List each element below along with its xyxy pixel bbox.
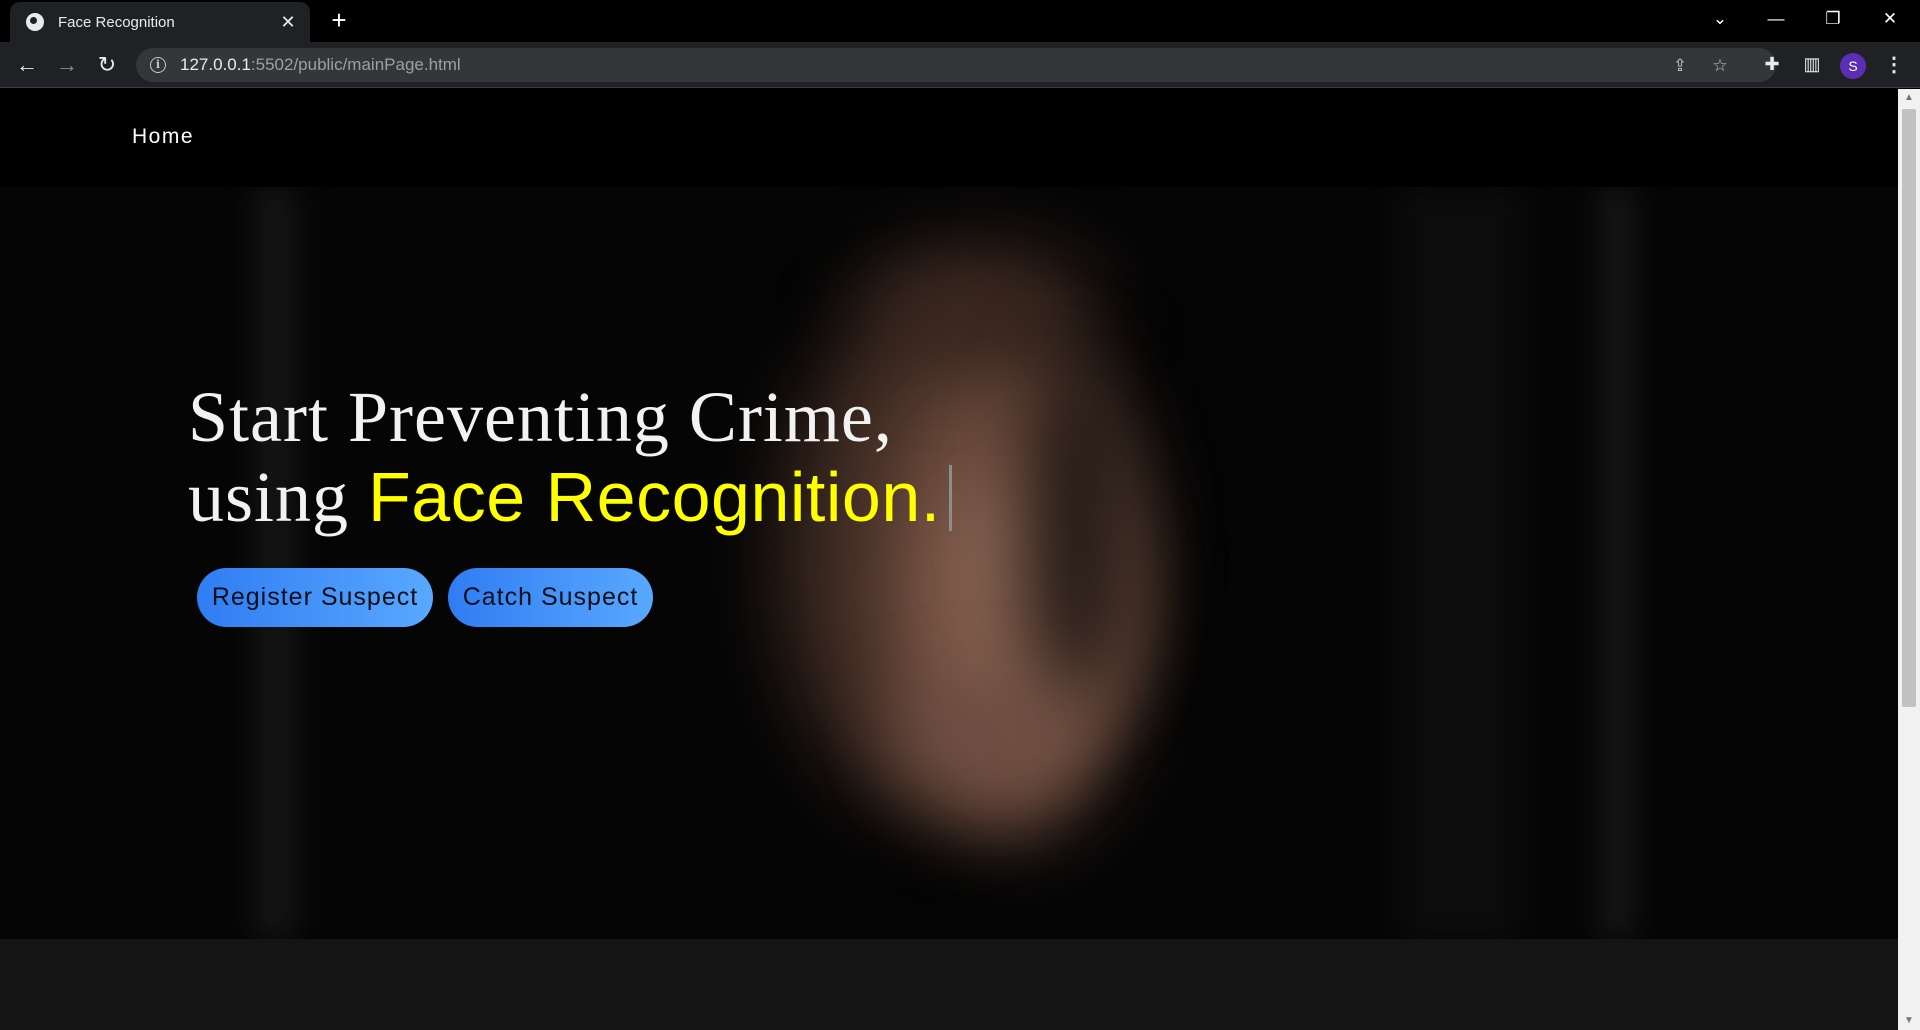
typing-caret xyxy=(948,465,952,531)
next-section xyxy=(0,939,1898,1030)
headline-line-2: using Face Recognition. xyxy=(188,457,952,537)
back-icon[interactable]: ← xyxy=(11,49,43,81)
minimize-button[interactable]: — xyxy=(1748,0,1804,40)
page-scrollbar[interactable]: ▲ ▼ xyxy=(1898,89,1920,1030)
globe-icon xyxy=(26,13,44,31)
address-bar[interactable]: i 127.0.0.1:5502/public/mainPage.html ⇪ … xyxy=(136,48,1776,82)
tab-search-icon[interactable]: ⌄ xyxy=(1692,0,1748,40)
site-info-icon[interactable]: i xyxy=(150,57,166,73)
site-navbar: Home xyxy=(0,89,1898,187)
nav-home-link[interactable]: Home xyxy=(132,125,194,149)
hero-section: Start Preventing Crime, using Face Recog… xyxy=(0,187,1898,939)
close-window-button[interactable]: ✕ xyxy=(1862,0,1918,40)
side-panel-icon[interactable]: ▥ xyxy=(1801,53,1823,75)
register-suspect-button[interactable]: Register Suspect xyxy=(197,568,433,627)
scroll-down-arrow-icon[interactable]: ▼ xyxy=(1898,1012,1920,1030)
headline-prefix: using xyxy=(188,457,369,537)
browser-tab[interactable]: Face Recognition ✕ xyxy=(10,2,310,42)
headline-accent: Face Recognition. xyxy=(368,458,941,536)
reload-icon[interactable]: ↻ xyxy=(91,49,123,81)
share-icon[interactable]: ⇪ xyxy=(1670,56,1690,76)
headline-line-1: Start Preventing Crime, xyxy=(188,377,893,457)
new-tab-button[interactable]: + xyxy=(324,6,354,36)
bookmark-star-icon[interactable]: ☆ xyxy=(1710,56,1730,76)
scroll-up-arrow-icon[interactable]: ▲ xyxy=(1898,89,1920,107)
browser-toolbar: ← → ↻ i 127.0.0.1:5502/public/mainPage.h… xyxy=(0,42,1920,88)
restore-button[interactable]: ❐ xyxy=(1805,0,1861,40)
tab-strip: Face Recognition ✕ + ⌄ — ❐ ✕ xyxy=(0,0,1920,42)
tab-title: Face Recognition xyxy=(58,13,175,31)
forward-icon[interactable]: → xyxy=(51,49,83,81)
more-menu-icon[interactable]: ⋮ xyxy=(1882,52,1906,80)
extensions-puzzle-icon[interactable]: ✚ xyxy=(1761,53,1783,75)
scroll-thumb[interactable] xyxy=(1902,109,1916,707)
url-text: 127.0.0.1:5502/public/mainPage.html xyxy=(180,55,461,74)
hero-headline: Start Preventing Crime, using Face Recog… xyxy=(188,377,952,537)
profile-avatar[interactable]: S xyxy=(1840,53,1866,79)
page-viewport: Home Start Preventing Crime, using Face … xyxy=(0,89,1898,1030)
close-tab-icon[interactable]: ✕ xyxy=(278,12,298,33)
catch-suspect-button[interactable]: Catch Suspect xyxy=(448,568,653,627)
